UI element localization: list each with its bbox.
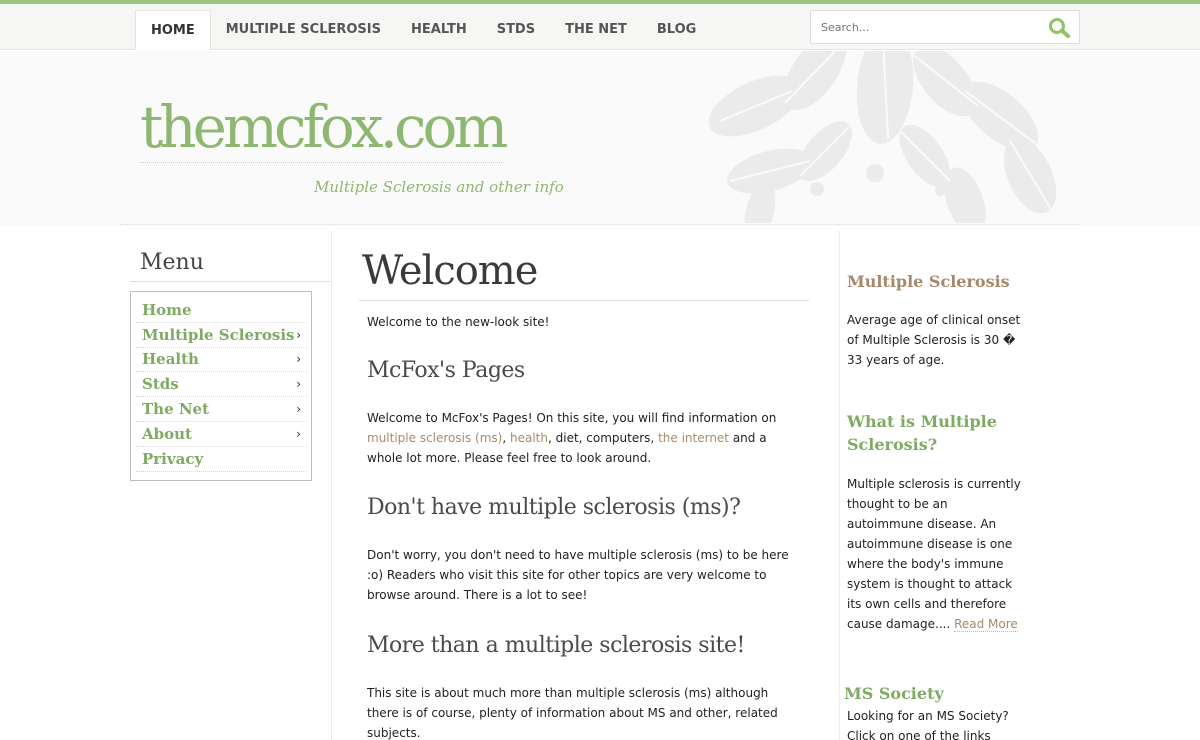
health-link[interactable]: health (510, 431, 548, 445)
paragraph-text: Welcome to McFox's Pages! On this site, … (367, 411, 777, 425)
section-paragraph: This site is about much more than multip… (367, 686, 778, 740)
search-box (810, 10, 1080, 44)
intro-text: Welcome to the new-look site! (367, 315, 550, 329)
nav-the-net[interactable]: THE NET (550, 10, 642, 52)
top-navbar: HOME MULTIPLE SCLEROSIS HEALTH STDS THE … (0, 4, 1200, 52)
widget-text: Looking for an MS Society? Click on one … (847, 709, 1009, 740)
column-divider (839, 231, 840, 740)
sidebar-item-label: Health (142, 350, 199, 369)
nav-stds[interactable]: STDS (482, 10, 550, 52)
chevron-right-icon: › (296, 402, 301, 417)
sidebar-item-stds[interactable]: Stds › (136, 372, 306, 398)
sidebar-item-home[interactable]: Home (136, 298, 306, 323)
paragraph-text: , diet, computers, (548, 431, 659, 445)
main-nav: HOME MULTIPLE SCLEROSIS HEALTH STDS THE … (135, 10, 711, 52)
nav-health[interactable]: HEALTH (396, 10, 482, 52)
section-heading: More than a multiple sclerosis site! (367, 633, 745, 658)
sidebar-item-about[interactable]: About › (136, 422, 306, 447)
read-more-link[interactable]: Read More (954, 617, 1018, 632)
sidebar-item-label: Privacy (142, 449, 204, 468)
sidebar-item-health[interactable]: Health › (136, 348, 306, 373)
chevron-right-icon: › (296, 377, 301, 392)
search-icon[interactable] (1047, 17, 1073, 39)
sidebar-item-multiple-sclerosis[interactable]: Multiple Sclerosis › (136, 323, 306, 348)
section-heading: McFox's Pages (367, 358, 525, 383)
chevron-right-icon: › (296, 352, 301, 367)
widget-heading: Multiple Sclerosis (847, 272, 1010, 291)
nav-blog[interactable]: BLOG (642, 10, 711, 52)
search-input[interactable] (811, 11, 1041, 43)
widget-body-text: Multiple sclerosis is currently thought … (847, 477, 1021, 631)
chevron-right-icon: › (296, 327, 301, 342)
header-divider (120, 224, 1080, 225)
nav-home[interactable]: HOME (135, 10, 211, 50)
leaf-ornament-icon (708, 51, 1057, 223)
section-paragraph: Don't worry, you don't need to have mult… (367, 548, 789, 602)
paragraph-text: , (502, 431, 510, 445)
section-paragraph: Welcome to McFox's Pages! On this site, … (367, 408, 797, 468)
widget-heading: MS Society (844, 684, 944, 703)
internet-link[interactable]: the internet (658, 431, 729, 445)
site-title[interactable]: themcfox.com (140, 94, 508, 163)
sidebar-item-the-net[interactable]: The Net › (136, 397, 306, 422)
nav-multiple-sclerosis[interactable]: MULTIPLE SCLEROSIS (211, 10, 396, 52)
column-divider (331, 231, 332, 740)
widget-heading: What is Multiple Sclerosis? (847, 412, 997, 454)
page-title: Welcome (358, 246, 810, 301)
multiple-sclerosis-link[interactable]: multiple sclerosis (ms) (367, 431, 502, 445)
chevron-right-icon: › (296, 426, 301, 441)
menu-heading: Menu (130, 250, 330, 282)
sidebar-menu: Home Multiple Sclerosis › Health › Stds … (130, 291, 312, 481)
widget-text: Average age of clinical onset of Multipl… (847, 313, 1021, 367)
sidebar-item-label: About (142, 424, 192, 443)
site-tagline: Multiple Sclerosis and other info (314, 178, 564, 196)
sidebar-item-label: Home (142, 300, 192, 319)
sidebar-item-label: Multiple Sclerosis (142, 325, 295, 344)
sidebar-item-privacy[interactable]: Privacy (136, 447, 306, 472)
widget-text: Multiple sclerosis is currently thought … (847, 474, 1022, 634)
sidebar-item-label: The Net (142, 400, 210, 419)
sidebar-item-label: Stds (142, 375, 179, 394)
section-heading: Don't have multiple sclerosis (ms)? (367, 495, 741, 520)
